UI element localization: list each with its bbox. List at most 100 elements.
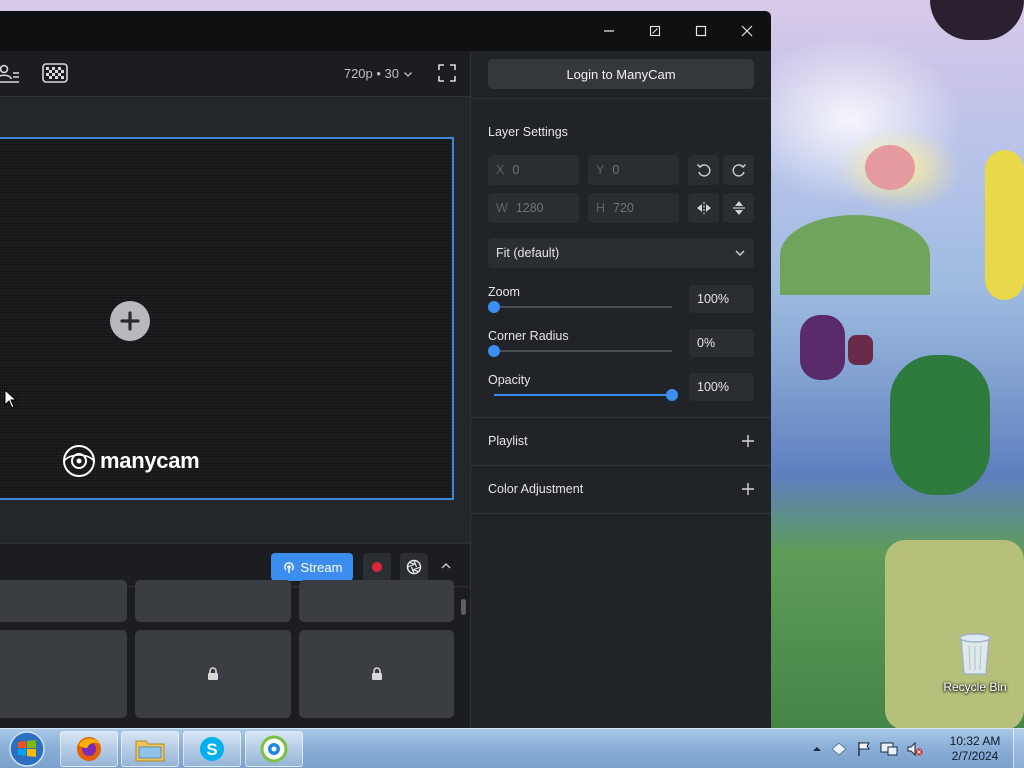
plus-icon[interactable] <box>741 434 755 448</box>
wallpaper-planet <box>865 145 915 190</box>
maximize-icon <box>695 25 707 37</box>
login-button[interactable]: Login to ManyCam <box>488 59 754 89</box>
start-button[interactable] <box>4 729 50 768</box>
display-icon[interactable] <box>880 741 898 757</box>
video-preview[interactable]: manycam <box>0 137 454 500</box>
maximize-button[interactable] <box>678 11 724 51</box>
taskbar: S 10:32 AM 2/7/2024 <box>0 728 1024 768</box>
action-center-flag-icon[interactable] <box>856 741 872 757</box>
zoom-slider[interactable] <box>488 301 672 313</box>
network-icon[interactable] <box>830 741 848 757</box>
minimize-button[interactable] <box>586 11 632 51</box>
recycle-bin-label: Recycle Bin <box>943 680 1007 694</box>
fit-mode-select[interactable]: Fit (default) <box>488 238 754 268</box>
playlist-title[interactable]: Playlist <box>488 434 528 448</box>
zoom-slider-thumb[interactable] <box>488 301 500 313</box>
mouse-cursor-icon <box>4 389 18 409</box>
wallpaper-hill <box>780 215 930 295</box>
taskbar-file-explorer[interactable] <box>121 731 179 767</box>
rotate-right-button[interactable] <box>723 155 754 185</box>
divider <box>471 98 771 99</box>
preview-toolbar: 720p • 30 <box>0 51 470 97</box>
flip-vertical-icon <box>732 201 745 215</box>
height-field[interactable]: H 720 <box>588 193 679 223</box>
close-button[interactable] <box>724 11 770 51</box>
w-value: 1280 <box>515 201 544 215</box>
source-tiles <box>0 580 470 728</box>
color-adjustment-title[interactable]: Color Adjustment <box>488 482 583 496</box>
restore-button[interactable] <box>632 11 678 51</box>
h-label: H <box>596 201 606 215</box>
title-bar <box>0 11 771 51</box>
source-tile[interactable] <box>299 580 454 622</box>
source-tile[interactable] <box>0 580 127 622</box>
recycle-bin-icon <box>959 633 991 675</box>
opacity-slider-thumb[interactable] <box>666 389 678 401</box>
manycam-logo: manycam <box>62 444 200 478</box>
source-tile-locked[interactable] <box>299 630 454 718</box>
restore-icon <box>649 25 661 37</box>
volume-muted-icon[interactable] <box>906 741 924 757</box>
snapshot-button[interactable] <box>400 553 428 581</box>
layer-settings-title: Layer Settings <box>488 125 568 139</box>
rotate-left-button[interactable] <box>688 155 719 185</box>
source-tile-locked[interactable] <box>135 630 291 718</box>
x-position-field[interactable]: X 0 <box>488 155 579 185</box>
recycle-bin[interactable]: Recycle Bin <box>940 630 1010 694</box>
manycam-icon <box>260 735 288 763</box>
lock-icon <box>371 667 382 680</box>
fit-mode-value: Fit (default) <box>496 246 560 260</box>
rotate-left-icon <box>696 164 710 177</box>
record-button[interactable] <box>363 553 391 581</box>
tiles-scrollbar[interactable] <box>461 599 466 615</box>
layers-user-icon[interactable] <box>0 63 22 85</box>
show-desktop-button[interactable] <box>1013 729 1024 768</box>
corner-radius-slider-thumb[interactable] <box>488 345 500 357</box>
chroma-key-icon[interactable] <box>42 63 68 85</box>
manycam-window: 720p • 30 manycam Stream Login to ManyCa… <box>0 11 771 728</box>
wallpaper-shape <box>930 0 1024 40</box>
manycam-logo-icon <box>63 445 95 477</box>
x-value: 0 <box>512 163 520 177</box>
resolution-label: 720p • 30 <box>343 66 399 81</box>
fullscreen-icon[interactable] <box>438 64 456 82</box>
system-tray <box>812 729 924 768</box>
taskbar-manycam[interactable] <box>245 731 303 767</box>
chevron-down-icon <box>404 71 412 77</box>
main-panel: 720p • 30 manycam Stream <box>0 51 470 728</box>
show-hidden-icons-icon[interactable] <box>812 744 822 754</box>
taskbar-skype[interactable]: S <box>183 731 241 767</box>
wallpaper-flame <box>985 150 1024 300</box>
zoom-label: Zoom <box>488 285 520 299</box>
file-explorer-icon <box>135 740 165 762</box>
clock-time: 10:32 AM <box>949 734 1001 748</box>
resolution-dropdown[interactable]: 720p • 30 <box>344 66 413 81</box>
corner-radius-value-field[interactable]: 0% <box>689 329 754 357</box>
stream-button[interactable]: Stream <box>271 553 353 581</box>
h-value: 720 <box>613 201 634 215</box>
clock-date: 2/7/2024 <box>951 749 999 763</box>
flip-horizontal-icon <box>696 202 711 214</box>
w-label: W <box>496 201 508 215</box>
opacity-slider[interactable] <box>494 389 678 401</box>
wallpaper-creature <box>800 315 845 380</box>
system-clock[interactable]: 10:32 AM 2/7/2024 <box>940 734 1010 764</box>
svg-text:S: S <box>206 740 217 759</box>
add-source-button[interactable] <box>110 301 150 341</box>
y-position-field[interactable]: Y 0 <box>588 155 679 185</box>
zoom-value-field[interactable]: 100% <box>689 285 754 313</box>
corner-radius-slider[interactable] <box>488 345 672 357</box>
taskbar-firefox[interactable] <box>60 731 118 767</box>
close-icon <box>741 25 753 37</box>
flip-vertical-button[interactable] <box>723 193 754 223</box>
flip-horizontal-button[interactable] <box>688 193 719 223</box>
source-tile-locked[interactable] <box>0 630 127 718</box>
width-field[interactable]: W 1280 <box>488 193 579 223</box>
source-tile[interactable] <box>135 580 291 622</box>
chevron-up-icon[interactable] <box>438 558 454 574</box>
corner-radius-label: Corner Radius <box>488 329 569 343</box>
opacity-value-field[interactable]: 100% <box>689 373 754 401</box>
windows-start-icon <box>9 731 45 767</box>
opacity-label: Opacity <box>488 373 531 387</box>
plus-icon[interactable] <box>741 482 755 496</box>
